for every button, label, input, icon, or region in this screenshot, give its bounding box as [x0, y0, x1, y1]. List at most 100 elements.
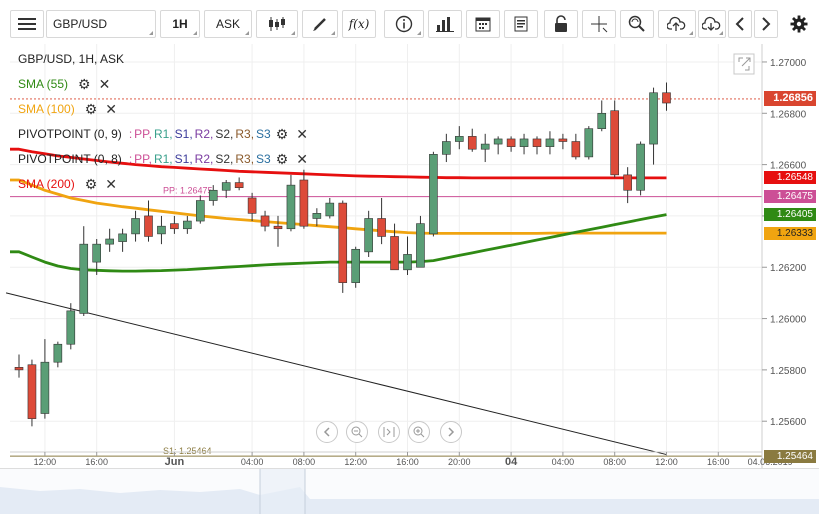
x-tick-label: 20:00	[448, 457, 471, 467]
candle-body	[105, 238, 114, 245]
symbol-selector[interactable]: GBP/USD	[46, 10, 156, 38]
x-tick-label: 08:00	[603, 457, 626, 467]
report-icon	[514, 16, 528, 32]
candle	[416, 215, 425, 268]
param-s2: S2,	[215, 127, 234, 141]
param-s3: S3	[256, 127, 271, 141]
candle-body	[312, 213, 322, 219]
navigator-strip[interactable]	[0, 468, 819, 514]
candle-body	[351, 248, 361, 283]
candle-body	[325, 202, 335, 217]
price-side-label: ASK	[215, 17, 240, 31]
x-tick-label: 16:00	[85, 457, 108, 467]
settings-button[interactable]	[786, 10, 812, 38]
lock-button[interactable]	[544, 10, 578, 38]
zoom-button[interactable]	[620, 10, 654, 38]
param-r1: R1,	[153, 152, 173, 166]
candle-body	[221, 182, 231, 191]
candle-body	[286, 184, 296, 230]
y-tick-label: 1.25600	[770, 417, 807, 428]
candle-body	[442, 141, 451, 155]
candle	[351, 246, 361, 288]
report-button[interactable]	[504, 10, 538, 38]
calendar-button[interactable]	[466, 10, 500, 38]
close-icon[interactable]: ✕	[105, 102, 117, 116]
indicator-button[interactable]: f(x)	[342, 10, 376, 38]
candle-body	[273, 225, 283, 230]
chart-type-button[interactable]	[256, 10, 298, 38]
close-icon[interactable]: ✕	[105, 177, 117, 191]
expand-chart-button[interactable]	[733, 53, 755, 75]
legend-pivot8-label: PIVOTPOINT (0, 8)	[18, 152, 122, 166]
legend-pivot8[interactable]: PIVOTPOINT (0, 8) : PP, R1, S1, R2, S2, …	[18, 150, 312, 168]
download-button[interactable]	[698, 10, 726, 38]
menu-icon	[18, 18, 36, 30]
candle-body	[390, 236, 399, 271]
gear-icon[interactable]: ⚙	[276, 127, 289, 141]
candle-body	[467, 136, 477, 150]
price-tag-s1: 1.25464	[764, 449, 816, 463]
zoom-out-nav-button[interactable]	[346, 421, 368, 443]
download-icon	[702, 16, 721, 31]
candle-body	[480, 143, 490, 150]
upload-button[interactable]	[658, 10, 696, 38]
scroll-left-nav-button[interactable]	[316, 421, 338, 443]
candle-body	[532, 138, 542, 147]
gear-icon[interactable]: ⚙	[85, 102, 98, 116]
x-tick-label: 04:00	[241, 457, 264, 467]
candle-body	[208, 189, 218, 201]
menu-button[interactable]	[10, 10, 44, 38]
dropdown-corner-icon	[291, 31, 295, 35]
volume-button[interactable]	[428, 10, 462, 38]
x-tick-label: Jun	[165, 456, 185, 468]
candle-body	[519, 138, 529, 147]
x-tick-label: 16:00	[707, 457, 730, 467]
scroll-left-button[interactable]	[728, 10, 752, 38]
y-tick-label: 1.26600	[770, 161, 807, 172]
param-s1: S1,	[174, 152, 193, 166]
chevron-left-icon	[323, 427, 330, 437]
close-icon[interactable]: ✕	[296, 152, 308, 166]
crosshair-button[interactable]	[582, 10, 616, 38]
legend-sma100[interactable]: SMA (100) ⚙ ✕	[18, 100, 121, 118]
candle-body	[14, 367, 24, 371]
candle-body	[40, 361, 50, 414]
legend-pivot9[interactable]: PIVOTPOINT (0, 9) : PP, R1, S1, R2, S2, …	[18, 125, 312, 143]
info-button[interactable]	[384, 10, 424, 38]
price-side-selector[interactable]: ASK	[204, 10, 252, 38]
y-tick-label: 1.25800	[770, 366, 807, 377]
scroll-right-nav-button[interactable]	[440, 421, 462, 443]
candle-body	[131, 218, 140, 235]
y-tick-label: 1.26000	[770, 315, 807, 326]
legend-pivot9-label: PIVOTPOINT (0, 9)	[18, 127, 122, 141]
candle-body	[506, 138, 516, 147]
x-tick-label: 16:00	[396, 457, 419, 467]
x-tick-label: 04	[505, 456, 518, 468]
zoom-in-nav-button[interactable]	[408, 421, 430, 443]
candle-body	[364, 218, 373, 253]
reset-nav-button[interactable]	[378, 421, 400, 443]
scroll-right-button[interactable]	[754, 10, 778, 38]
candle-body	[27, 364, 37, 419]
candle-body	[545, 138, 555, 147]
gear-icon[interactable]: ⚙	[276, 152, 289, 166]
timeframe-selector[interactable]: 1H	[160, 10, 200, 38]
price-tag-sma100: 1.26333	[764, 226, 816, 240]
chart-area[interactable]: PP: 1.26475 S1: 1.25464 1.25600 1.25800 1.2…	[0, 44, 819, 468]
close-icon[interactable]: ✕	[99, 77, 111, 91]
x-tick-label: 12:00	[34, 457, 57, 467]
gear-icon[interactable]: ⚙	[78, 77, 91, 91]
gear-icon[interactable]: ⚙	[85, 177, 98, 191]
info-icon	[395, 15, 413, 33]
navigator-window[interactable]	[260, 469, 305, 514]
candle	[27, 359, 37, 427]
candle-body	[649, 92, 658, 145]
legend-sma55[interactable]: SMA (55) ⚙ ✕	[18, 75, 114, 93]
candle-body	[416, 223, 425, 268]
draw-tool-button[interactable]	[302, 10, 338, 38]
candle-body	[144, 215, 153, 237]
zoom-in-icon	[413, 426, 425, 438]
close-icon[interactable]: ✕	[296, 127, 308, 141]
price-tag-sma55: 1.26405	[764, 208, 816, 222]
legend-sma200[interactable]: SMA (200) ⚙ ✕	[18, 175, 121, 193]
